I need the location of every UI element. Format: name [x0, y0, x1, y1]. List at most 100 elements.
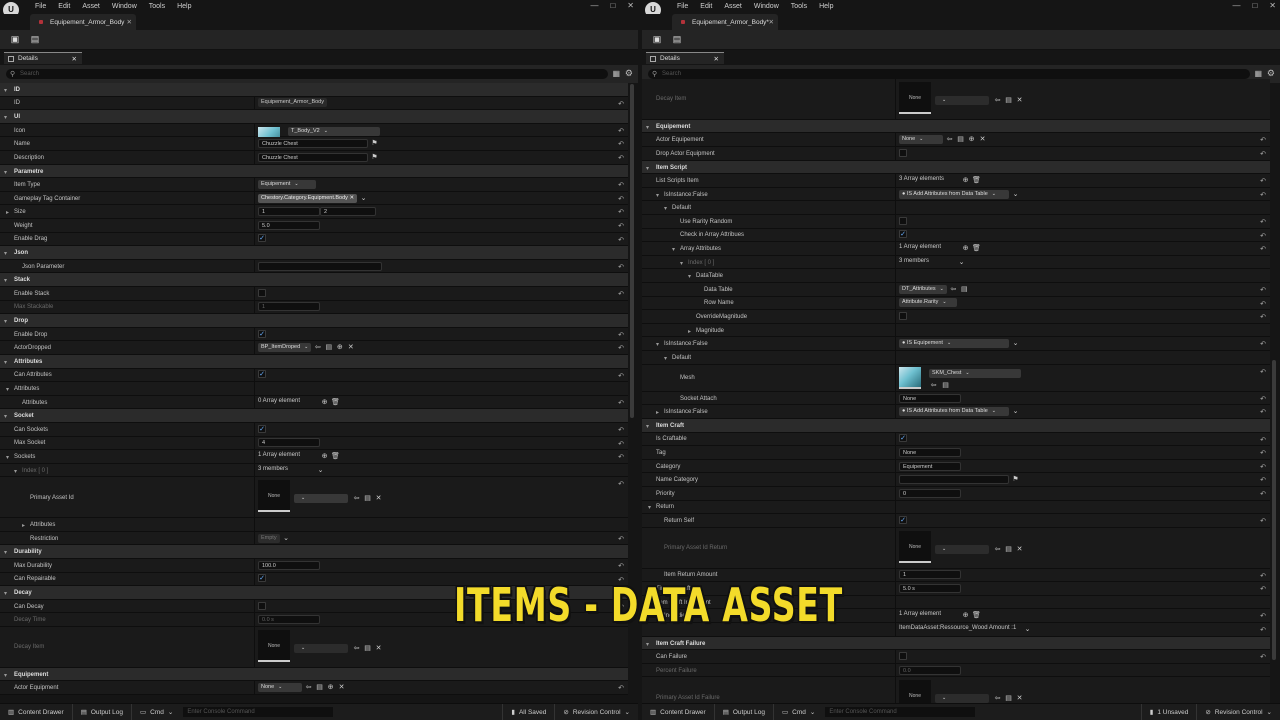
texture-dropdown[interactable]: T_Body_V2 ⌄ — [288, 126, 380, 136]
maximize-icon[interactable]: □ — [1252, 1, 1257, 10]
checkbox[interactable]: ✓ — [258, 424, 266, 433]
reset-to-default-icon[interactable]: ↶ — [618, 195, 624, 203]
asset-dropdown[interactable]: ⌄ — [935, 544, 989, 554]
reset-to-default-icon[interactable]: ↶ — [618, 453, 624, 461]
value-field[interactable]: 0.0 s — [258, 615, 320, 625]
add-element-icon[interactable]: ⊕ — [961, 611, 970, 620]
value-field[interactable]: 5.0 — [258, 220, 320, 230]
delete-icon[interactable]: 🗑 — [972, 611, 981, 620]
expand-arrow-icon[interactable]: ▾ — [646, 124, 649, 131]
localize-flag-icon[interactable]: ⚑ — [1011, 475, 1020, 484]
reset-to-default-icon[interactable]: ↶ — [1260, 300, 1266, 308]
reset-to-default-icon[interactable]: ↶ — [1260, 395, 1266, 403]
asset-dropdown[interactable]: ⌄ — [294, 644, 348, 653]
grid-view-icon[interactable]: ▦ — [612, 69, 620, 78]
settings-gear-icon[interactable]: ⚙ — [1267, 68, 1275, 79]
use-selected-icon[interactable]: ⇦ — [945, 135, 954, 144]
reset-to-default-icon[interactable]: ↶ — [618, 426, 624, 434]
use-selected-icon[interactable]: ⇦ — [352, 494, 361, 503]
reset-to-default-icon[interactable]: ↶ — [1260, 232, 1266, 240]
browse-folder-icon[interactable]: ▤ — [363, 494, 372, 503]
console-input[interactable]: Enter Console Command — [183, 707, 334, 717]
reset-to-default-icon[interactable]: ↶ — [618, 562, 624, 570]
expand-arrow-icon[interactable]: ▾ — [14, 468, 17, 475]
content-drawer-button[interactable]: ▥ Content Drawer — [642, 704, 715, 720]
reset-to-default-icon[interactable]: ↶ — [1260, 136, 1266, 144]
reset-to-default-icon[interactable]: ↶ — [1260, 517, 1266, 525]
expand-arrow-icon[interactable]: ▾ — [4, 87, 7, 94]
add-element-icon[interactable]: ⊕ — [961, 244, 970, 253]
expand-arrow-icon[interactable]: ▾ — [4, 590, 7, 597]
asset-dropdown[interactable]: ⌄ — [294, 494, 348, 504]
save-icon[interactable]: ▣ — [652, 34, 662, 44]
menu-item-help[interactable]: Help — [819, 3, 833, 10]
gameplay-tag-chip[interactable]: Chestory.Category.Equipment.Body ✕ — [258, 193, 358, 203]
mesh-dropdown[interactable]: SKM_Chest ⌄ — [929, 368, 1021, 378]
expand-arrow-icon[interactable]: ▸ — [22, 522, 25, 529]
add-element-icon[interactable]: ⊕ — [961, 176, 970, 185]
expand-arrow-icon[interactable]: ▾ — [646, 641, 649, 648]
reset-to-default-icon[interactable]: ↶ — [618, 684, 624, 692]
expand-arrow-icon[interactable]: ▾ — [646, 165, 649, 172]
checkbox[interactable] — [258, 601, 266, 610]
reset-to-default-icon[interactable]: ↶ — [1260, 585, 1266, 593]
value-field[interactable]: 4 — [258, 438, 320, 448]
menu-item-file[interactable]: File — [35, 3, 46, 10]
chevron-down-icon[interactable]: ⌄ — [1023, 625, 1032, 634]
expand-arrow-icon[interactable]: ▾ — [656, 192, 659, 199]
use-selected-icon[interactable]: ⇦ — [993, 96, 1002, 105]
reset-to-default-icon[interactable]: ↶ — [1260, 436, 1266, 444]
reset-to-default-icon[interactable]: ↶ — [618, 140, 624, 148]
localize-flag-icon[interactable]: ⚑ — [370, 139, 379, 148]
checkbox[interactable]: ✓ — [899, 230, 907, 239]
browse-folder-icon[interactable]: ▤ — [960, 285, 969, 294]
reset-to-default-icon[interactable]: ↶ — [618, 222, 624, 230]
clear-icon[interactable]: ✕ — [1015, 545, 1024, 554]
checkbox[interactable] — [258, 288, 266, 297]
search-input[interactable]: ⚲ Search — [648, 69, 1250, 79]
value-field[interactable]: Equipement — [899, 461, 961, 471]
reset-to-default-icon[interactable]: ↶ — [1260, 286, 1266, 294]
value-field[interactable]: None — [899, 447, 961, 457]
search-input[interactable]: ⚲ Search — [6, 69, 608, 79]
reset-to-default-icon[interactable]: ↶ — [1260, 218, 1266, 226]
menu-item-window[interactable]: Window — [754, 3, 779, 10]
reset-to-default-icon[interactable]: ↶ — [1260, 368, 1266, 376]
save-status[interactable]: ▮ 1 Unsaved — [1140, 704, 1198, 720]
content-drawer-button[interactable]: ▥ Content Drawer — [0, 704, 73, 720]
chevron-down-icon[interactable]: ⌄ — [1011, 407, 1020, 416]
reset-to-default-icon[interactable]: ↶ — [618, 535, 624, 543]
enum-dropdown[interactable]: Attribute.Rarity ⌄ — [899, 298, 957, 308]
settings-gear-icon[interactable]: ⚙ — [625, 68, 633, 79]
document-tab[interactable]: Equipement_Armor_Body ✕ — [30, 14, 136, 30]
value-field[interactable]: 1 — [258, 302, 320, 312]
reset-to-default-icon[interactable]: ↶ — [1260, 449, 1266, 457]
browse-folder-icon[interactable]: ▤ — [956, 135, 965, 144]
reset-to-default-icon[interactable]: ↶ — [1260, 150, 1266, 158]
reset-to-default-icon[interactable]: ↶ — [1260, 653, 1266, 661]
expand-arrow-icon[interactable]: ▾ — [656, 341, 659, 348]
expand-arrow-icon[interactable]: ▾ — [4, 169, 7, 176]
expand-arrow-icon[interactable]: ▾ — [664, 205, 667, 212]
value-field[interactable]: 1 — [899, 570, 961, 580]
reset-to-default-icon[interactable]: ↶ — [1260, 177, 1266, 185]
reset-to-default-icon[interactable]: ↶ — [1260, 612, 1266, 620]
expand-arrow-icon[interactable]: ▾ — [4, 413, 7, 420]
reset-to-default-icon[interactable]: ↶ — [618, 100, 624, 108]
expand-arrow-icon[interactable]: ▾ — [4, 114, 7, 121]
document-tab[interactable]: Equipement_Armor_Body* ✕ — [672, 14, 778, 30]
mesh-thumbnail[interactable] — [899, 366, 921, 389]
close-icon[interactable]: ✕ — [1269, 1, 1276, 10]
use-selected-icon[interactable]: ⇦ — [929, 381, 938, 390]
asset-dropdown[interactable]: None ⌄ — [899, 135, 943, 145]
add-icon[interactable]: ⊕ — [967, 135, 976, 144]
grid-view-icon[interactable]: ▦ — [1254, 69, 1262, 78]
menu-item-edit[interactable]: Edit — [58, 3, 70, 10]
delete-icon[interactable]: 🗑 — [972, 244, 981, 253]
console-input[interactable]: Enter Console Command — [825, 707, 976, 717]
checkbox[interactable]: ✓ — [258, 234, 266, 243]
asset-dropdown[interactable]: None ⌄ — [258, 683, 302, 693]
text-field[interactable]: Chuzzle Chest — [258, 139, 368, 149]
checkbox[interactable] — [899, 311, 907, 320]
value-field[interactable]: 0 — [899, 488, 961, 498]
